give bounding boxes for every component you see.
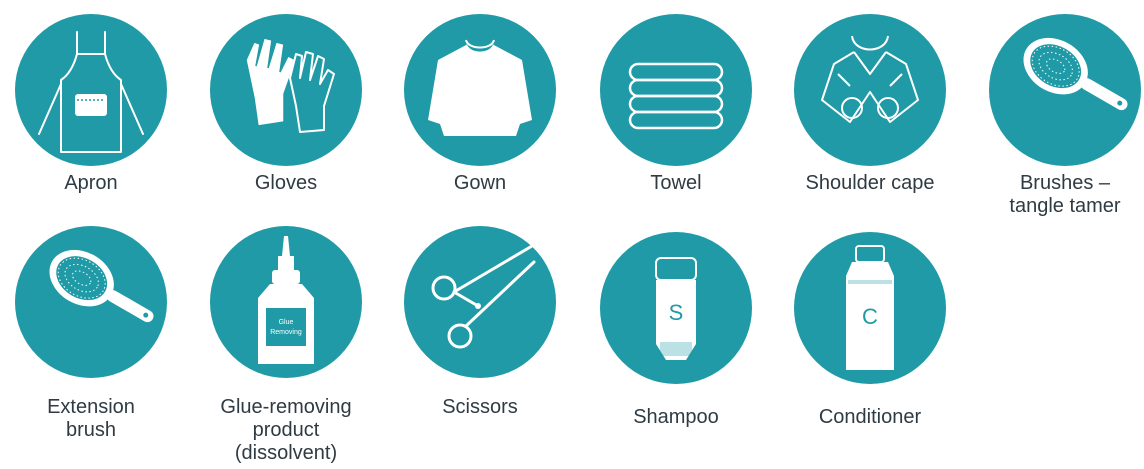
scissors-icon [404, 226, 556, 378]
item-label: Towel [650, 172, 702, 194]
item-label: Gloves [254, 172, 318, 194]
item-label: Shoulder cape [805, 172, 935, 194]
brush-icon [989, 14, 1141, 166]
bottle-letter: C [862, 304, 878, 329]
item-label: Extension brush [47, 396, 135, 441]
bottle-label-line2: Removing [270, 329, 302, 336]
bottle-letter: S [669, 300, 684, 325]
gown-icon [404, 14, 556, 166]
item-label: Shampoo [633, 406, 719, 428]
item-label: Brushes – tangle tamer [1009, 172, 1121, 217]
item-label: Apron [64, 172, 118, 194]
item-label: Glue-removing product (dissolvent) [220, 396, 352, 464]
shoulder-cape-icon [794, 14, 946, 166]
conditioner-icon: C [794, 232, 946, 384]
shampoo-icon: S [600, 232, 752, 384]
brush-icon [15, 226, 167, 378]
item-label: Scissors [442, 396, 518, 418]
gloves-icon [210, 14, 362, 166]
glue-bottle-icon: Glue Removing [210, 226, 362, 378]
towel-icon [600, 14, 752, 166]
item-label: Gown [453, 172, 507, 194]
apron-icon [15, 14, 167, 166]
equipment-page: { "theme": { "circle_color": "#1f9aa6", … [0, 0, 1144, 469]
bottle-label-line1: Glue [279, 319, 294, 326]
item-label: Conditioner [818, 406, 922, 428]
